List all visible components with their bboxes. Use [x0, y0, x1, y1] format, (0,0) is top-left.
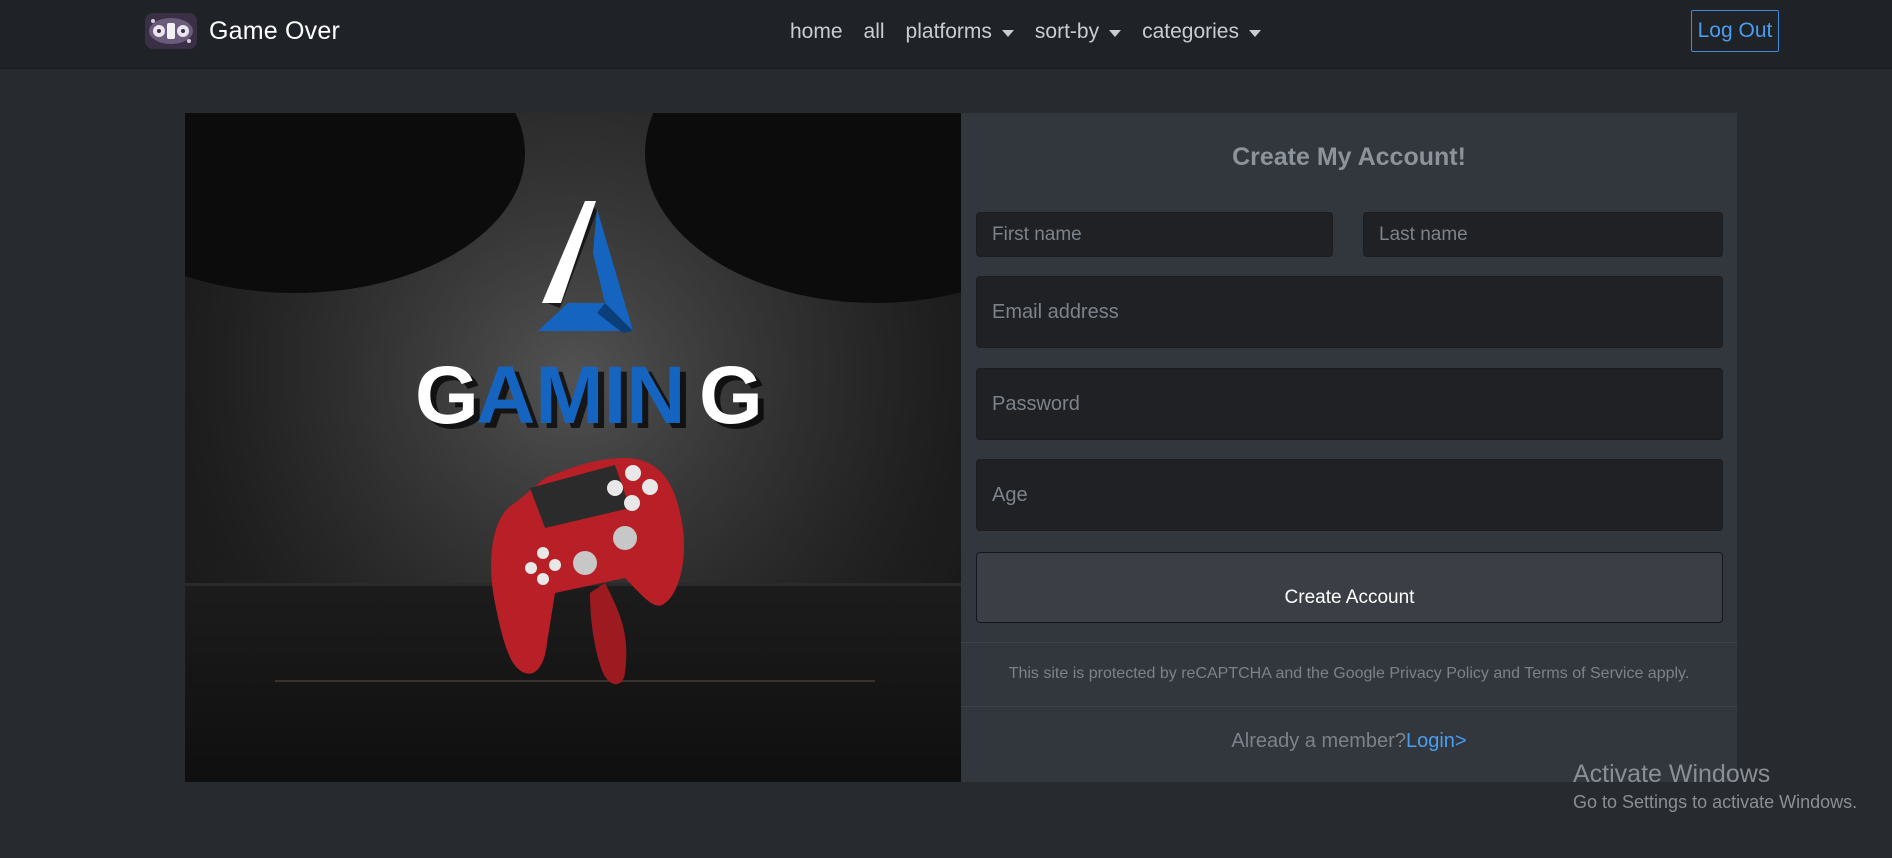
divider	[961, 642, 1737, 643]
nav-link-home[interactable]: home	[790, 20, 843, 44]
nav-link-all[interactable]: all	[864, 20, 885, 44]
nav-dropdown-platforms-label: platforms	[905, 20, 992, 43]
divider	[961, 706, 1737, 707]
first-name-input[interactable]: First name	[976, 212, 1333, 257]
login-link[interactable]: Login>	[1406, 730, 1467, 752]
brand-link[interactable]: Game Over	[145, 13, 340, 49]
gaming-artwork: G G AMIN AMIN G G	[185, 113, 961, 782]
brand-logo-icon	[145, 13, 197, 49]
member-prompt-text: Already a member?	[1231, 730, 1406, 752]
gaming-wordmark: G G AMIN AMIN G G	[415, 350, 769, 446]
nav-dropdown-categories[interactable]: categories	[1142, 20, 1261, 44]
brand-name: Game Over	[209, 16, 340, 45]
watermark-subtitle: Go to Settings to activate Windows.	[1573, 792, 1858, 812]
top-navbar: Game Over home all platforms sort-by cat…	[0, 0, 1892, 69]
recaptcha-notice: This site is protected by reCAPTCHA and …	[1008, 665, 1690, 682]
svg-text:AMIN: AMIN	[476, 350, 686, 441]
age-input[interactable]: Age	[976, 459, 1723, 531]
nav-links: home all platforms sort-by categories	[790, 20, 1282, 44]
email-input[interactable]: Email address	[976, 276, 1723, 348]
svg-text:G: G	[415, 350, 479, 441]
nav-dropdown-categories-label: categories	[1142, 20, 1239, 43]
form-title: Create My Account!	[1232, 143, 1466, 171]
caret-down-icon	[1001, 29, 1014, 37]
logout-button[interactable]: Log Out	[1691, 10, 1779, 52]
nav-dropdown-sort-by[interactable]: sort-by	[1034, 20, 1122, 44]
signup-form-panel: Create My Account! First name Last name …	[961, 113, 1737, 782]
hero-image: G G AMIN AMIN G G	[185, 113, 961, 782]
nav-dropdown-platforms[interactable]: platforms	[906, 20, 1014, 44]
caret-down-icon	[1248, 29, 1261, 37]
password-input[interactable]: Password	[976, 368, 1723, 440]
caret-down-icon	[1109, 29, 1122, 37]
nav-dropdown-sort-by-label: sort-by	[1034, 20, 1100, 43]
svg-text:G: G	[699, 350, 763, 441]
activate-windows-watermark: Activate Windows Go to Settings to activ…	[1573, 760, 1857, 813]
signup-card: G G AMIN AMIN G G Create My Account! Fir…	[185, 113, 1737, 782]
last-name-input[interactable]: Last name	[1363, 212, 1723, 257]
create-account-button[interactable]: Create Account	[976, 552, 1723, 623]
login-prompt: Already a member?Login>	[961, 730, 1737, 753]
watermark-title: Activate Windows	[1573, 760, 1771, 788]
